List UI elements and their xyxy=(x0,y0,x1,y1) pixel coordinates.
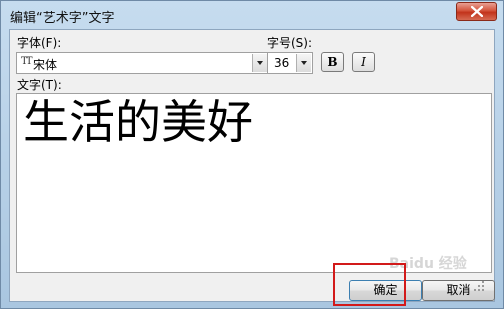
size-select[interactable]: 36 xyxy=(267,52,313,74)
resize-grip-icon[interactable] xyxy=(474,281,484,291)
size-select-value: 36 xyxy=(274,56,290,70)
text-input[interactable]: 生活的美好 xyxy=(16,93,492,273)
font-select[interactable]: TT 宋体 xyxy=(16,52,269,74)
window-title: 编辑“艺术字”文字 xyxy=(10,11,115,26)
dialog-window: 编辑“艺术字”文字 字体(F): 字号(S): TT 宋体 36 B I 文字(… xyxy=(0,0,504,309)
text-input-value: 生活的美好 xyxy=(23,95,253,149)
close-icon xyxy=(471,6,483,17)
font-select-value: 宋体 xyxy=(33,58,58,72)
bold-button[interactable]: B xyxy=(321,52,344,72)
highlight-annotation xyxy=(333,263,406,306)
chevron-down-icon[interactable] xyxy=(296,54,311,72)
title-bar[interactable]: 编辑“艺术字”文字 xyxy=(1,1,503,29)
font-label: 字体(F): xyxy=(17,36,62,50)
italic-button[interactable]: I xyxy=(352,52,375,72)
chevron-down-icon[interactable] xyxy=(252,54,267,72)
text-label: 文字(T): xyxy=(17,78,62,92)
size-label: 字号(S): xyxy=(267,36,313,50)
truetype-font-icon: TT xyxy=(21,56,32,67)
close-button[interactable] xyxy=(456,2,497,21)
cancel-button[interactable]: 取消 xyxy=(422,280,495,301)
